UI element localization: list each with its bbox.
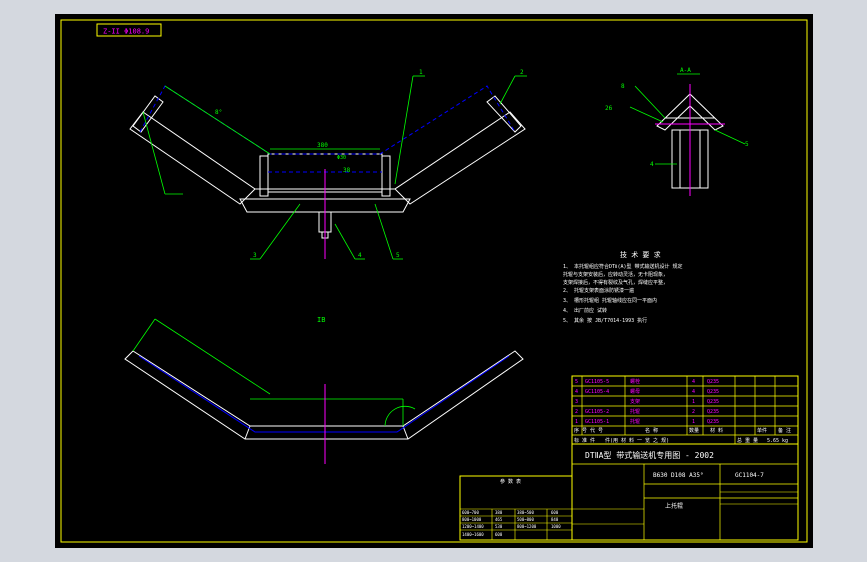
- bom-r1-name: 螺栓: [630, 378, 640, 385]
- bom-r4-mat: Q235: [707, 409, 719, 415]
- spec-text: B630 D108 A35°: [653, 472, 704, 479]
- bom-r3-no: 3: [575, 399, 578, 405]
- left-wing-outline: [129, 111, 256, 205]
- leader-3: 3: [253, 252, 257, 259]
- bom-r4-no: 2: [575, 409, 578, 415]
- top-view: 380 38 Φ30 8° 1 2 3 4 5: [129, 69, 527, 260]
- bom-r1-code: GC1105-5: [585, 379, 609, 385]
- dim-38: 38: [343, 167, 351, 174]
- drawing-no: GC1104-7: [735, 472, 764, 479]
- bom-r1-mat: Q235: [707, 379, 719, 385]
- parameter-table: 参 数 表 600~700 380 380~500 600 800~1000 4…: [459, 475, 573, 541]
- bom-r4-name: 托辊: [630, 408, 640, 415]
- bom-r5-mat: Q235: [707, 419, 719, 425]
- bom-f-weight: 5.65 kg: [767, 438, 788, 444]
- section-view: A-A 8 26 5 4: [605, 67, 749, 196]
- section-leader-26: 26: [605, 105, 613, 112]
- leader-2: 2: [520, 69, 524, 76]
- bom-h-remark: 备 注: [778, 427, 791, 434]
- bom-r2-qty: 4: [692, 389, 695, 395]
- param-r1c1: 600~700: [462, 510, 479, 515]
- view-label: IB: [317, 316, 325, 324]
- bom-r4-code: GC1105-2: [585, 409, 609, 415]
- param-r2c4: 840: [551, 517, 559, 522]
- bom-h-name: 名 称: [645, 427, 658, 434]
- note-line-2: 托辊与支架安装后，应转动灵活，无卡阻现象，: [563, 271, 668, 278]
- bom-r3-name: 支架: [630, 398, 640, 405]
- leader-4: 4: [358, 252, 362, 259]
- drawing-code-text: Z-II Φ108.9: [103, 28, 149, 36]
- bom-f-list: 件(用 材 料 一 览 之 规): [605, 437, 669, 444]
- bom-h-unit: 单件: [757, 427, 767, 434]
- note-line-6: 4、 出厂前应 试转: [563, 307, 607, 314]
- note-line-7: 5、 其余 按 JB/T7014-1993 执行: [563, 317, 647, 324]
- param-title: 参 数 表: [500, 478, 521, 485]
- bom-r1-qty: 4: [692, 379, 695, 385]
- note-line-1: 1、 本托辊组应符合DTⅡ(A)型 带式输送机设计 规定: [563, 263, 683, 270]
- bom-r2-mat: Q235: [707, 389, 719, 395]
- section-label: A-A: [680, 67, 691, 74]
- dim-angle: 8°: [215, 109, 222, 116]
- notes-title: 技 术 要 求: [620, 250, 661, 259]
- leader-5: 5: [396, 252, 400, 259]
- title-block: DTⅡA型 带式输送机专用图 - 2002 B630 D108 A35° GC1…: [571, 443, 799, 541]
- param-r1c3: 380~500: [517, 510, 534, 515]
- bom-h-qty: 数量: [689, 427, 699, 434]
- param-r2c1: 800~1000: [462, 517, 482, 522]
- bom-r5-code: GC1105-1: [585, 419, 609, 425]
- bom-table: 5 GC1105-5 螺栓 4 Q235 4 GC1105-4 螺母 4 Q23…: [571, 375, 799, 445]
- bom-r5-qty: 1: [692, 419, 695, 425]
- param-r4c2: 600: [495, 532, 503, 537]
- param-r1c4: 600: [551, 510, 559, 515]
- part-name: 上托辊: [665, 502, 683, 510]
- bom-r5-name: 托辊: [630, 418, 640, 425]
- note-line-5: 3、 槽形托辊组 托辊轴线应在同一平面内: [563, 297, 657, 304]
- param-r3c2: 530: [495, 524, 503, 529]
- right-wing-outline: [394, 111, 526, 205]
- project-title: DTⅡA型 带式输送机专用图 - 2002: [585, 450, 714, 460]
- leader-1: 1: [419, 69, 423, 76]
- param-r2c3: 500~800: [517, 517, 534, 522]
- param-r3c4: 1000: [551, 524, 561, 529]
- bom-r2-name: 螺母: [630, 388, 640, 395]
- note-line-3: 支架焊接后，不得有裂纹及气孔，焊缝应平整，: [563, 279, 668, 286]
- drawing-sheet: Z-II Φ108.9 380 38 Φ30 8° 1 2 3 4 5 A-A …: [55, 14, 813, 548]
- side-view: IB: [124, 316, 524, 464]
- bom-r3-mat: Q235: [707, 399, 719, 405]
- param-r4c1: 1400~1600: [462, 532, 484, 537]
- section-leader-5: 5: [745, 141, 749, 148]
- note-line-4: 2、 托辊支架表面涂防锈漆一遍: [563, 287, 634, 294]
- param-r1c2: 380: [495, 510, 503, 515]
- cad-viewport[interactable]: Z-II Φ108.9 380 38 Φ30 8° 1 2 3 4 5 A-A …: [0, 0, 867, 562]
- bom-r2-no: 4: [575, 389, 578, 395]
- section-leader-8: 8: [621, 83, 625, 90]
- bom-r1-no: 5: [575, 379, 578, 385]
- trough-centerline: [138, 355, 510, 433]
- bom-h-mat: 材 料: [710, 427, 723, 434]
- bom-f-weight-label: 总 重 量: [737, 437, 758, 444]
- param-r3c1: 1200~1400: [462, 524, 484, 529]
- technical-notes: 技 术 要 求 1、 本托辊组应符合DTⅡ(A)型 带式输送机设计 规定 托辊与…: [563, 250, 683, 324]
- bom-h-no: 序 号: [574, 427, 587, 434]
- bom-h-code: 代 号: [590, 427, 603, 434]
- drawing-canvas: Z-II Φ108.9 380 38 Φ30 8° 1 2 3 4 5 A-A …: [60, 19, 808, 543]
- bom-f-std: 标 准 件: [574, 437, 595, 444]
- bom-r2-code: GC1105-4: [585, 389, 609, 395]
- param-r2c2: 465: [495, 517, 503, 522]
- dim-380: 380: [317, 142, 328, 149]
- bom-r4-qty: 2: [692, 409, 695, 415]
- bom-r5-no: 1: [575, 419, 578, 425]
- param-r3c3: 800~1200: [517, 524, 537, 529]
- dim-30: Φ30: [337, 155, 346, 161]
- bom-r3-qty: 1: [692, 399, 695, 405]
- drawing-code-box: Z-II Φ108.9: [96, 23, 162, 37]
- section-leader-4: 4: [650, 161, 654, 168]
- trough-outline: [124, 350, 524, 440]
